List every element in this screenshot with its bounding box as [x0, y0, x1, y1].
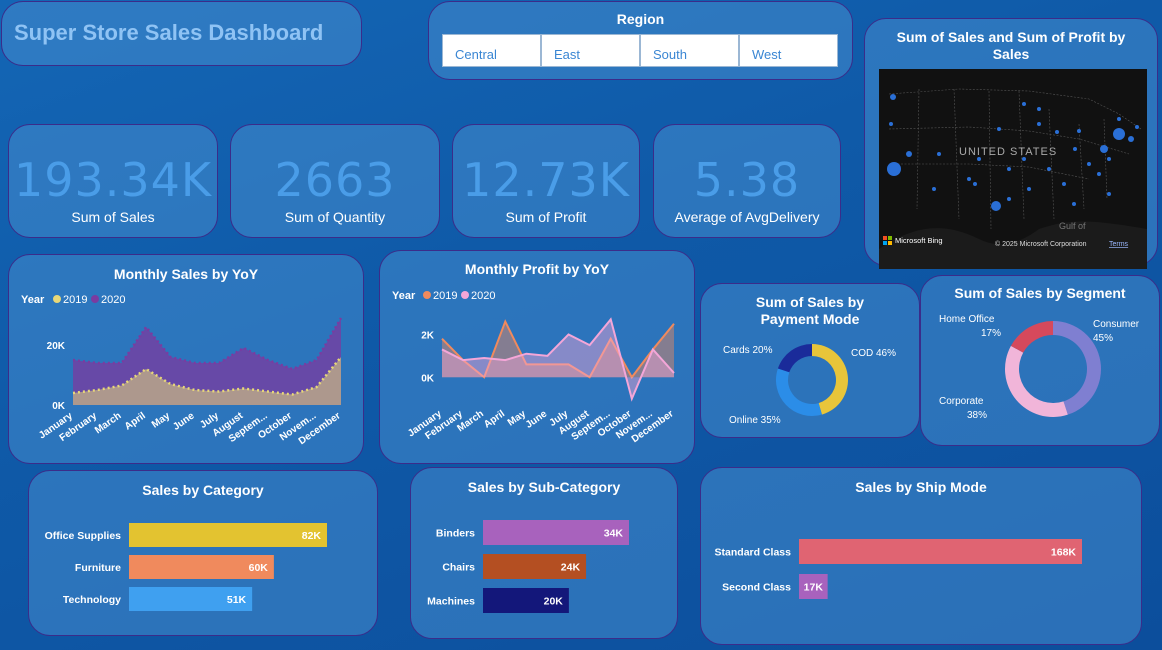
legend-swatch — [91, 295, 99, 303]
legend-title: Year — [392, 290, 416, 302]
x-tick-label: June — [171, 410, 197, 433]
x-tick-label: June — [524, 408, 550, 431]
legend-entry[interactable]: 2019 — [433, 290, 457, 302]
legend-title: Year — [21, 294, 45, 306]
x-tick-label: March — [93, 410, 123, 436]
bar-category-label: Chairs — [442, 562, 475, 574]
legend-entry[interactable]: 2020 — [471, 290, 495, 302]
donut-value-corporate: 38% — [967, 410, 987, 421]
x-tick-label: April — [123, 410, 148, 432]
shipmode-bar-chart: Standard Class 168K Second Class 17K — [715, 539, 1082, 599]
region-option-east[interactable]: East — [541, 34, 640, 67]
bar-value-label: 17K — [804, 582, 824, 594]
kpi-card-quantity: 2663 Sum of Quantity — [230, 124, 440, 238]
donut-label-cards: Cards 20% — [723, 345, 773, 356]
dashboard-title: Super Store Sales Dashboard — [14, 20, 324, 45]
legend-swatch — [53, 295, 61, 303]
segment-card: Sum of Sales by Segment Consumer 45% Corpo… — [920, 275, 1160, 446]
kpi-value: 5.38 — [693, 153, 801, 207]
region-option-central[interactable]: Central — [442, 34, 541, 67]
map-country-label: UNITED STATES — [959, 146, 1057, 158]
kpi-label: Sum of Quantity — [284, 209, 386, 225]
bar-category-label: Machines — [427, 596, 475, 608]
x-tick-label: May — [506, 408, 529, 428]
region-option-west[interactable]: West — [739, 34, 838, 67]
donut-slice-online[interactable] — [776, 368, 822, 416]
monthly-sales-chart: Year 2019 20200K20KJanuaryFebruaryMarch Ap… — [21, 294, 343, 447]
donut-slice-home-office[interactable] — [1010, 321, 1053, 353]
kpi-value: 193.34K — [13, 153, 213, 207]
legend-entry[interactable]: 2019 — [63, 294, 87, 306]
kpi-label: Average of AvgDelivery — [674, 209, 820, 225]
bar-category-label: Furniture — [75, 562, 121, 574]
y-tick-label: 0K — [52, 401, 66, 412]
y-tick-label: 0K — [421, 373, 435, 384]
payment-donut-chart: COD 46% Online 35% Cards 20% — [723, 344, 896, 426]
bar-standard-class[interactable] — [799, 539, 1082, 564]
donut-label-consumer: Consumer — [1093, 319, 1140, 330]
x-tick-label: May — [150, 410, 173, 430]
bar-office-supplies[interactable] — [129, 523, 327, 547]
monthly-profit-card: Monthly Profit by YoY Year 2019 2020 0K 2K J… — [379, 250, 695, 464]
bar-category-label: Second Class — [722, 582, 791, 594]
map-bing-label: Microsoft Bing — [895, 236, 943, 245]
kpi-card-profit: 12.73K Sum of Profit — [452, 124, 640, 238]
region-slicer-title: Region — [616, 11, 665, 27]
region-option-south[interactable]: South — [640, 34, 739, 67]
donut-label-cod: COD 46% — [851, 348, 896, 359]
region-options: Central East South West — [442, 34, 838, 67]
map-terms-link[interactable]: Terms — [1109, 241, 1129, 248]
bar-value-label: 60K — [249, 562, 269, 574]
x-tick-label: April — [482, 408, 507, 430]
legend-swatch — [461, 291, 469, 299]
subcategory-card: Sales by Sub-Category Binders 34K Chairs 24… — [410, 467, 678, 639]
bar-category-label: Office Supplies — [45, 530, 122, 542]
monthly-profit-chart: Year 2019 20200K2KJanuaryFebruaryMarchApr… — [392, 290, 676, 445]
bar-value-label: 168K — [1051, 547, 1077, 559]
segment-donut-chart: Consumer 45% Corporate 38% Home Office 17% — [939, 314, 1140, 421]
category-card: Sales by Category Office Supplies 82K Furn… — [28, 470, 378, 636]
payment-mode-card: Sum of Sales by Payment Mode COD 46% Onli… — [700, 283, 920, 438]
y-tick-label: 2K — [421, 330, 435, 341]
kpi-label: Sum of Profit — [505, 209, 587, 225]
donut-value-home-office: 17% — [981, 328, 1001, 339]
kpi-value: 2663 — [274, 153, 396, 207]
donut-slice-corporate[interactable] — [1005, 345, 1068, 417]
donut-label-online: Online 35% — [729, 415, 781, 426]
kpi-label: Sum of Sales — [71, 209, 155, 225]
category-bar-chart: Office Supplies 82K Furniture 60K Technology… — [45, 523, 327, 611]
bar-category-label: Standard Class — [715, 547, 792, 559]
line-series-2020 — [72, 317, 343, 371]
bar-category-label: Binders — [436, 528, 475, 540]
sales-map-card: Sum of Sales and Sum of Profit by Sales … — [864, 18, 1158, 269]
donut-value-consumer: 45% — [1093, 333, 1113, 344]
bar-category-label: Technology — [63, 594, 121, 606]
map-copyright: © 2025 Microsoft Corporation — [995, 240, 1087, 248]
monthly-sales-card: Monthly Sales by YoY Year 2019 2020 0K 20K J… — [8, 254, 364, 464]
donut-label-home-office: Home Office — [939, 314, 995, 325]
legend-swatch — [423, 291, 431, 299]
kpi-value: 12.73K — [462, 153, 630, 207]
donut-label-corporate: Corporate — [939, 396, 984, 407]
y-tick-label: 20K — [47, 341, 66, 352]
sales-map[interactable]: UNITED STATES Gulf of Microsoft Bing © 2… — [879, 69, 1147, 269]
map-gulf-label: Gulf of — [1059, 221, 1086, 231]
region-slicer: Region Central East South West — [428, 1, 853, 80]
map-title: Sum of Sales and Sum of Profit by Sales — [896, 29, 1126, 62]
dashboard-title-card: Super Store Sales Dashboard — [1, 1, 362, 66]
kpi-card-sales: 193.34K Sum of Sales — [8, 124, 218, 238]
shipmode-card: Sales by Ship Mode Standard Class 168K Sec… — [700, 467, 1142, 645]
bar-value-label: 24K — [561, 562, 581, 574]
subcategory-bar-chart: Binders 34K Chairs 24K Machines 20K — [427, 520, 629, 613]
legend-entry[interactable]: 2020 — [101, 294, 125, 306]
bar-value-label: 82K — [302, 530, 322, 542]
bar-value-label: 20K — [544, 596, 564, 608]
kpi-card-avg-delivery: 5.38 Average of AvgDelivery — [653, 124, 841, 238]
bar-value-label: 51K — [227, 594, 247, 606]
bar-value-label: 34K — [604, 528, 624, 540]
donut-slice-cards[interactable] — [777, 344, 812, 373]
